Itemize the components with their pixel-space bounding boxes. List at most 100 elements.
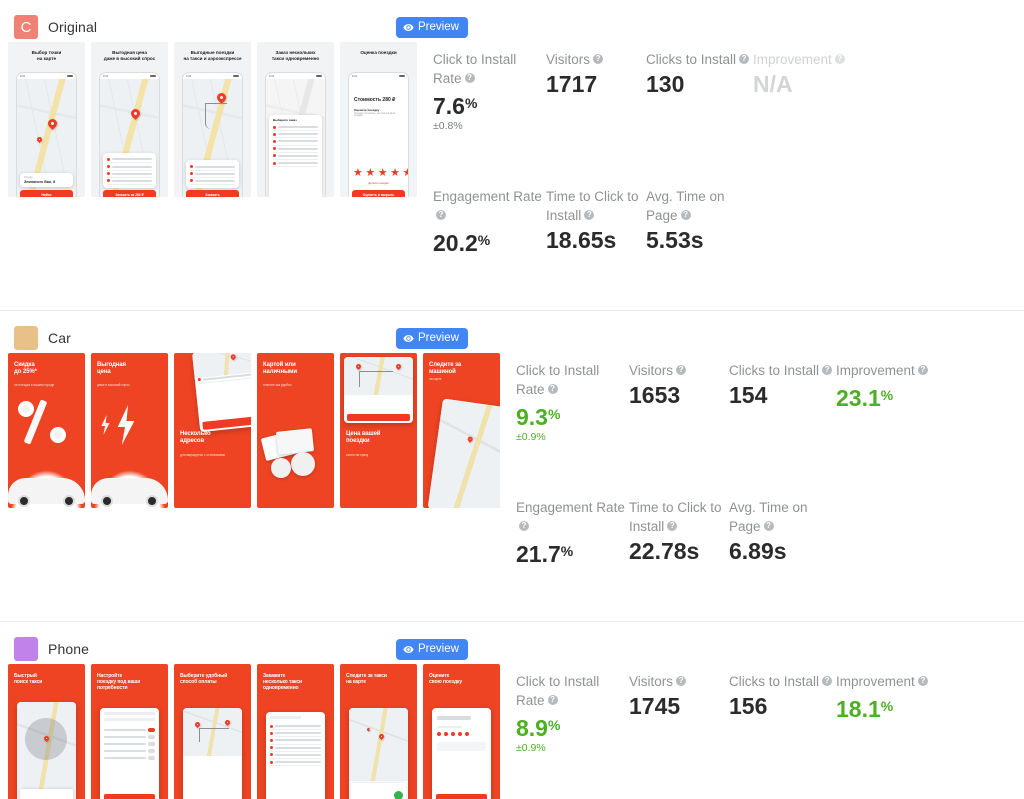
variant-name: Phone bbox=[48, 641, 89, 657]
list-item bbox=[273, 138, 318, 146]
help-icon[interactable]: ? bbox=[593, 54, 604, 64]
help-icon[interactable]: ? bbox=[680, 210, 691, 220]
metric-value: 8.9% bbox=[516, 712, 629, 741]
screenshot-subcaption: платите как удобно bbox=[263, 383, 292, 387]
help-icon[interactable]: ? bbox=[676, 676, 687, 686]
metric-number: 20.2 bbox=[433, 230, 478, 256]
screenshot-thumbnail[interactable]: Выгодные поездки на такси и аэроэкспресс… bbox=[174, 42, 251, 197]
help-icon[interactable]: ? bbox=[917, 676, 928, 686]
preview-button-label: Preview bbox=[418, 643, 459, 655]
variant-row-phone: Phone Preview Быстрый поиск такси Настро… bbox=[0, 621, 1024, 799]
metric-label-text: Clicks to Install bbox=[729, 674, 820, 689]
metric-label-text: Engagement Rate bbox=[433, 189, 542, 204]
eye-icon bbox=[403, 644, 414, 655]
help-icon[interactable]: ? bbox=[667, 521, 678, 531]
metric-value: 5.53s bbox=[646, 227, 704, 253]
help-icon[interactable]: ? bbox=[763, 521, 774, 531]
metric-spacer bbox=[836, 443, 1024, 567]
screenshot-thumbnail[interactable]: Несколько адресов для маршрутов с остано… bbox=[174, 353, 251, 508]
map-pin-icon bbox=[215, 91, 228, 104]
metric-value: 156 bbox=[729, 693, 768, 719]
screenshot-thumbnail[interactable]: Заказ нескольких такси одновременно 9:41… bbox=[257, 42, 334, 197]
row-body-original: Выбор точки на карте 9:41 Откуда Земляно… bbox=[0, 42, 1024, 256]
metric-visitors: Visitors? 1745 bbox=[629, 664, 729, 754]
phone-mock bbox=[17, 702, 76, 799]
help-icon[interactable]: ? bbox=[547, 695, 558, 705]
list-item bbox=[273, 160, 318, 168]
metric-error-margin: ±0.9% bbox=[516, 742, 546, 754]
screenshot-thumbnail[interactable]: Картой или наличными платите как удобно bbox=[257, 353, 334, 508]
metrics-grid-car: Click to Install Rate? 9.3% ±0.9% Visito… bbox=[500, 353, 1024, 567]
metric-label-text: Engagement Rate bbox=[516, 500, 625, 515]
screenshot-thumbnail[interactable]: Следите за машиной на карте bbox=[423, 353, 500, 508]
route-card bbox=[344, 357, 413, 423]
preview-button-phone[interactable]: Preview bbox=[396, 638, 468, 660]
rate-subtext: Поездка состоялась, как прошла ваша поез… bbox=[354, 113, 396, 117]
help-icon[interactable]: ? bbox=[676, 365, 687, 375]
phone-mock bbox=[266, 712, 325, 799]
screenshot-thumbnail[interactable]: Оценка поездки 9:41 Стоимость 280 ₽ Оцен… bbox=[340, 42, 417, 197]
phone-mock: 9:41 Заказать за 280 ₽ bbox=[99, 72, 160, 197]
metric-improvement: Improvement? 18.1% bbox=[836, 664, 1024, 754]
screenshot-thumbnail[interactable]: Выберите удобный способ оплаты bbox=[174, 664, 251, 799]
help-icon[interactable]: ? bbox=[917, 365, 928, 375]
bolt-icon bbox=[101, 415, 110, 435]
metric-unit: % bbox=[560, 543, 574, 559]
screenshot-caption: Заказ нескольких такси одновременно bbox=[271, 50, 320, 62]
star-rating: ★★★★★ bbox=[353, 167, 408, 179]
help-icon[interactable]: ? bbox=[822, 676, 833, 686]
metric-value: 7.6% bbox=[433, 90, 546, 119]
screenshot-caption: Закажите несколько такси одновременно bbox=[263, 673, 303, 691]
help-icon[interactable]: ? bbox=[519, 521, 529, 531]
screenshot-thumbnail[interactable]: Следите за такси на карте bbox=[340, 664, 417, 799]
preview-button-original[interactable]: Preview bbox=[396, 16, 468, 38]
help-icon[interactable]: ? bbox=[834, 54, 845, 64]
phone-mock bbox=[427, 398, 500, 508]
screenshot-list-phone: Быстрый поиск такси Настройте поездку по… bbox=[8, 664, 500, 799]
metric-engagement-rate: Engagement Rate? 20.2% bbox=[433, 132, 546, 256]
variant-badge bbox=[14, 637, 38, 661]
row-divider bbox=[0, 621, 1024, 622]
metric-value: 6.89s bbox=[729, 538, 787, 564]
list-item bbox=[190, 178, 235, 185]
screenshot-caption: Картой или наличными bbox=[263, 362, 297, 376]
metric-number: 23.1 bbox=[836, 385, 881, 411]
cards-coins-illustration bbox=[260, 428, 329, 480]
screenshot-thumbnail[interactable]: Оцените свою поездку bbox=[423, 664, 500, 799]
metric-value: 1653 bbox=[629, 382, 681, 408]
row-header-phone: Phone Preview bbox=[0, 634, 1024, 664]
metric-label-text: Improvement bbox=[753, 52, 832, 67]
screenshot-thumbnail[interactable]: Закажите несколько такси одновременно bbox=[257, 664, 334, 799]
screenshot-thumbnail[interactable]: Выбор точки на карте 9:41 Откуда Земляно… bbox=[8, 42, 85, 197]
metric-value: 23.1% bbox=[836, 382, 1024, 411]
metric-value: 18.65s bbox=[546, 227, 617, 253]
metric-number: 7.6 bbox=[433, 93, 465, 119]
help-icon[interactable]: ? bbox=[436, 210, 446, 220]
bolt-icon bbox=[117, 405, 135, 445]
screenshot-thumbnail[interactable]: Выгодная цена даже в высокий спрос bbox=[91, 353, 168, 508]
preview-button-car[interactable]: Preview bbox=[396, 327, 468, 349]
variant-badge: C bbox=[14, 15, 38, 39]
address-card: Откуда Земляного Вал, 8 bbox=[20, 173, 73, 187]
row-body-car: Скидка до 25%* на поездки в вашем городе… bbox=[0, 353, 1024, 567]
screenshot-thumbnail[interactable]: Настройте поездку под ваши потребности bbox=[91, 664, 168, 799]
preview-button-label: Preview bbox=[418, 332, 459, 344]
metric-value: 1717 bbox=[546, 71, 598, 97]
help-icon[interactable]: ? bbox=[547, 384, 558, 394]
rating-screen: Стоимость 280 ₽ Оцените поездку Поездка … bbox=[349, 79, 408, 197]
metric-unit: % bbox=[547, 717, 561, 733]
metric-improvement: Improvement? N/A bbox=[753, 42, 1024, 132]
screenshot-thumbnail[interactable]: Выгодная цена даже в высокий спрос 9:41 bbox=[91, 42, 168, 197]
screenshot-thumbnail[interactable]: Быстрый поиск такси bbox=[8, 664, 85, 799]
help-icon[interactable]: ? bbox=[822, 365, 833, 375]
screenshot-thumbnail[interactable]: Скидка до 25%* на поездки в вашем городе bbox=[8, 353, 85, 508]
metric-avg-time-on-page: Avg. Time on Page? 5.53s bbox=[646, 132, 753, 256]
help-icon[interactable]: ? bbox=[739, 54, 750, 64]
phone-mock: 9:41 Выберите заказ bbox=[265, 72, 326, 197]
help-icon[interactable]: ? bbox=[464, 73, 475, 83]
help-icon[interactable]: ? bbox=[584, 210, 595, 220]
metric-label-text: Improvement bbox=[836, 674, 915, 689]
metric-number: 8.9 bbox=[516, 715, 548, 741]
screenshot-caption: Выгодная цена bbox=[97, 362, 126, 376]
screenshot-thumbnail[interactable]: Цена вашей поездки известна сразу bbox=[340, 353, 417, 508]
